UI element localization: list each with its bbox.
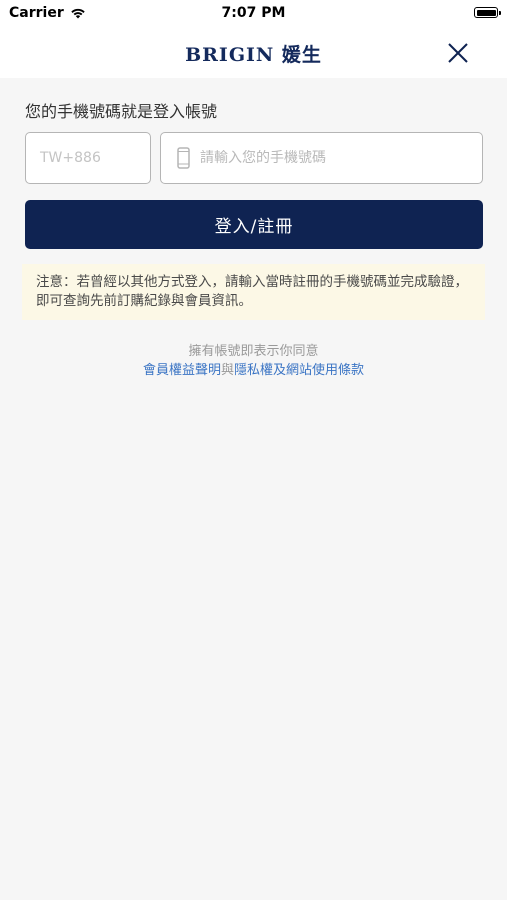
status-bar: Carrier 7:07 PM [0,0,507,28]
close-icon [448,43,468,63]
login-register-button[interactable]: 登入/註冊 [25,200,483,249]
phone-icon [177,147,190,169]
notice-box: 注意：若曾經以其他方式登入，請輸入當時註冊的手機號碼並完成驗證，即可查詢先前訂購… [22,264,485,320]
country-code-field[interactable]: TW+886 [25,132,151,184]
brand-logo: BRIGIN 媛生 [185,44,322,66]
member-rights-link[interactable]: 會員權益聲明 [143,363,221,378]
phone-input[interactable] [200,150,460,166]
account-prompt: 您的手機號碼就是登入帳號 [25,102,218,121]
navigation-bar: BRIGIN 媛生 [0,28,507,78]
terms-links: 會員權益聲明與隱私權及網站使用條款 [0,359,507,378]
notice-text: 注意：若曾經以其他方式登入，請輸入當時註冊的手機號碼並完成驗證，即可查詢先前訂購… [36,274,468,309]
battery-icon [474,7,501,18]
clock: 7:07 PM [221,5,286,21]
phone-field[interactable] [160,132,483,184]
close-button[interactable] [445,40,471,66]
terms-intro: 擁有帳號即表示你同意 [188,344,319,359]
terms-conjunction: 與 [220,363,234,378]
privacy-terms-link[interactable]: 隱私權及網站使用條款 [234,363,364,378]
